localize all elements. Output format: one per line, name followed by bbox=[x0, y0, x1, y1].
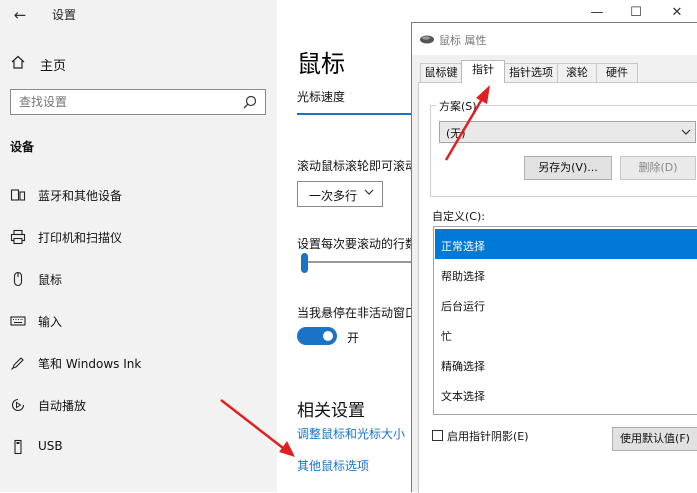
list-item[interactable]: 精确选择 bbox=[435, 349, 697, 379]
list-item[interactable]: 文本选择 bbox=[435, 379, 697, 409]
chevron-down-icon bbox=[681, 129, 691, 135]
sidebar-item-usb[interactable]: USB bbox=[0, 426, 277, 468]
tab-pointers[interactable]: 指针 bbox=[461, 60, 505, 83]
pointer-shadow-checkbox[interactable] bbox=[432, 430, 443, 441]
maximize-button[interactable]: ☐ bbox=[621, 2, 651, 24]
scroll-lines-slider-track[interactable] bbox=[302, 261, 412, 263]
tab-pointer-speed[interactable]: 光标速度 bbox=[297, 88, 345, 105]
list-item-label: 正常选择 bbox=[441, 240, 485, 253]
list-item-label: 文本选择 bbox=[441, 390, 485, 403]
scroll-dropdown[interactable]: 一次多行 bbox=[297, 181, 383, 207]
sidebar-item-pen[interactable]: 笔和 Windows Ink bbox=[0, 342, 277, 384]
mouse-properties-dialog: 鼠标 属性 鼠标键 指针 指针选项 滚轮 硬件 方案(S) (无) 另存为(V)… bbox=[411, 22, 697, 493]
cursor-list[interactable]: 正常选择 帮助选择 后台运行 忙 精确选择 文本选择 bbox=[433, 226, 697, 415]
list-item-label: 精确选择 bbox=[441, 360, 485, 373]
sidebar-item-label: 自动播放 bbox=[38, 399, 87, 413]
sidebar-item-typing[interactable]: 输入 bbox=[0, 300, 277, 342]
sidebar-item-label: 蓝牙和其他设备 bbox=[38, 189, 123, 203]
scroll-dropdown-value: 一次多行 bbox=[309, 189, 358, 203]
page-title: 鼠标 bbox=[297, 50, 345, 78]
save-as-button[interactable]: 另存为(V)... bbox=[524, 156, 612, 180]
app-title: 设置 bbox=[52, 8, 77, 22]
home-icon bbox=[11, 55, 25, 69]
sidebar-item-label: 打印机和扫描仪 bbox=[38, 231, 123, 245]
mouse-icon bbox=[420, 35, 434, 44]
scheme-group bbox=[430, 105, 697, 197]
sidebar-item-printers[interactable]: 打印机和扫描仪 bbox=[0, 216, 277, 258]
customize-label: 自定义(C): bbox=[432, 210, 485, 223]
sidebar-item-autoplay[interactable]: 自动播放 bbox=[0, 384, 277, 426]
tab-underline bbox=[297, 113, 413, 115]
search-icon bbox=[243, 95, 257, 109]
hover-scroll-toggle[interactable] bbox=[297, 327, 337, 345]
hover-toggle-state: 开 bbox=[347, 331, 360, 345]
usb-icon bbox=[14, 439, 22, 455]
toggle-knob bbox=[323, 331, 333, 341]
sidebar-item-label: 输入 bbox=[38, 315, 63, 329]
scroll-lines-label: 设置每次要滚动的行数 bbox=[297, 237, 418, 251]
scheme-label: 方案(S) bbox=[436, 98, 480, 114]
scroll-lines-slider-thumb[interactable] bbox=[301, 253, 308, 273]
mouse-icon bbox=[13, 271, 23, 287]
nav-home[interactable]: 主页 bbox=[40, 55, 66, 74]
keyboard-icon bbox=[10, 316, 26, 326]
tab-wheel[interactable]: 滚轮 bbox=[557, 63, 597, 82]
related-settings-heading: 相关设置 bbox=[297, 401, 365, 421]
pointer-shadow-label: 启用指针阴影(E) bbox=[447, 430, 529, 443]
autoplay-icon bbox=[11, 398, 25, 412]
pen-icon bbox=[11, 357, 24, 370]
minimize-button[interactable]: — bbox=[582, 2, 612, 24]
sidebar-item-label: USB bbox=[38, 439, 63, 453]
bluetooth-device-icon bbox=[10, 189, 26, 201]
tab-hardware[interactable]: 硬件 bbox=[596, 63, 638, 82]
printer-icon bbox=[10, 229, 26, 245]
hover-scroll-label: 当我悬停在非活动窗口 bbox=[297, 306, 418, 320]
list-item[interactable]: 正常选择 bbox=[435, 229, 697, 259]
settings-sidebar: ← 设置 主页 设备 蓝牙和其他设备 打印机和扫描仪 鼠标 bbox=[0, 0, 277, 492]
list-item[interactable]: 忙 bbox=[435, 319, 697, 349]
delete-button[interactable]: 删除(D) bbox=[620, 156, 696, 180]
list-item-label: 后台运行 bbox=[441, 300, 485, 313]
chevron-down-icon bbox=[364, 189, 374, 195]
tab-pointer-options[interactable]: 指针选项 bbox=[504, 63, 558, 82]
tab-buttons[interactable]: 鼠标键 bbox=[420, 63, 462, 82]
close-button[interactable]: ✕ bbox=[662, 2, 692, 24]
additional-mouse-options-link[interactable]: 其他鼠标选项 bbox=[297, 457, 369, 474]
dialog-titlebar[interactable]: 鼠标 属性 bbox=[412, 23, 697, 55]
adjust-mouse-cursor-size-link[interactable]: 调整鼠标和光标大小 bbox=[297, 425, 405, 442]
sidebar-item-bluetooth[interactable]: 蓝牙和其他设备 bbox=[0, 174, 277, 216]
back-arrow-icon[interactable]: ← bbox=[10, 5, 30, 25]
scheme-dropdown-value: (无) bbox=[446, 127, 466, 140]
dialog-title: 鼠标 属性 bbox=[439, 34, 487, 47]
list-item[interactable]: 后台运行 bbox=[435, 289, 697, 319]
use-default-button[interactable]: 使用默认值(F) bbox=[612, 427, 697, 451]
scheme-dropdown[interactable]: (无) bbox=[439, 121, 696, 143]
list-item-label: 帮助选择 bbox=[441, 270, 485, 283]
list-item-label: 忙 bbox=[441, 330, 452, 343]
search-input[interactable] bbox=[19, 94, 229, 110]
section-heading: 设备 bbox=[10, 140, 35, 154]
sidebar-item-mouse[interactable]: 鼠标 bbox=[0, 258, 277, 300]
sidebar-item-label: 笔和 Windows Ink bbox=[38, 357, 142, 371]
search-box[interactable] bbox=[10, 89, 266, 115]
list-item[interactable]: 帮助选择 bbox=[435, 259, 697, 289]
sidebar-item-label: 鼠标 bbox=[38, 273, 63, 287]
scroll-setting-label: 滚动鼠标滚轮即可滚动 bbox=[297, 159, 418, 173]
